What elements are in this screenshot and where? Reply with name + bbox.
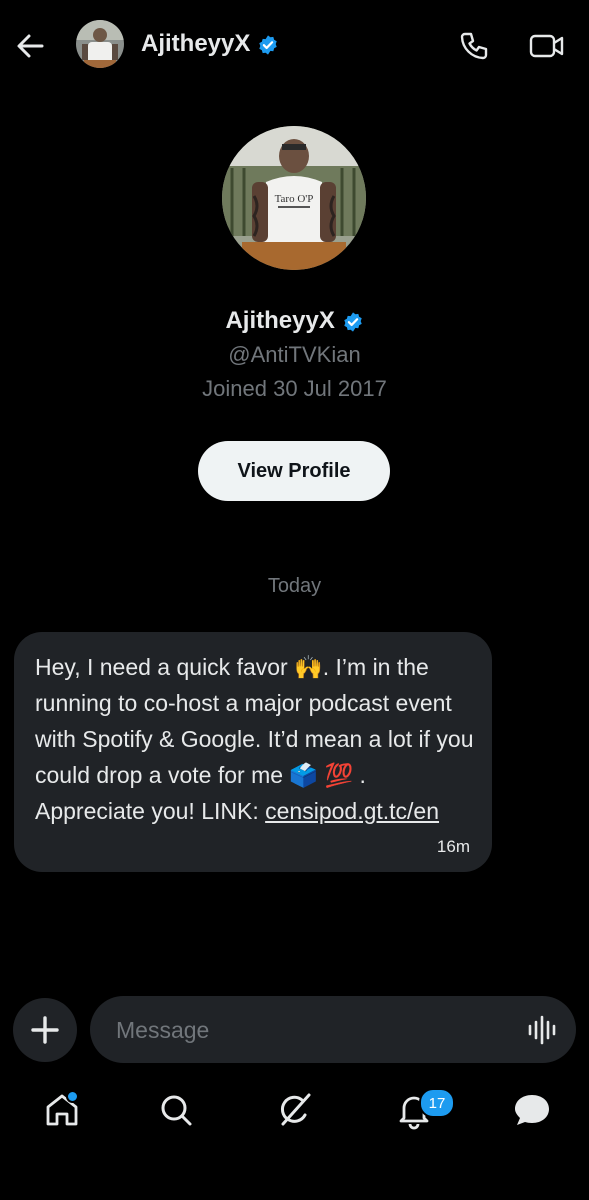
profile-joined-date: Joined 30 Jul 2017 xyxy=(202,376,387,401)
verified-badge-icon xyxy=(343,312,362,332)
profile-name-text: AjitheyyX xyxy=(225,307,335,334)
message-input[interactable] xyxy=(114,996,508,1065)
conversation-title[interactable]: AjitheyyX xyxy=(141,28,279,60)
profile-handle: @AntiTVKian xyxy=(228,342,361,367)
message-text: Hey, I need a quick favor 🙌. I’m in the … xyxy=(35,649,475,829)
view-profile-button[interactable]: View Profile xyxy=(198,441,390,501)
phone-call-icon[interactable] xyxy=(456,28,492,64)
date-separator: Today xyxy=(267,575,322,597)
back-arrow-icon[interactable] xyxy=(12,28,48,64)
plus-icon xyxy=(31,1016,59,1044)
profile-name: AjitheyyX xyxy=(0,305,589,337)
shirt-print-text: Taro O'P xyxy=(275,193,314,205)
add-attachment-button[interactable] xyxy=(13,998,77,1062)
message-bubble[interactable]: Hey, I need a quick favor 🙌. I’m in the … xyxy=(14,632,492,872)
video-call-icon[interactable] xyxy=(528,28,566,64)
messages-icon[interactable] xyxy=(512,1090,552,1130)
search-icon[interactable] xyxy=(156,1090,196,1130)
grok-icon[interactable] xyxy=(275,1090,315,1130)
message-composer xyxy=(90,996,576,1065)
avatar[interactable] xyxy=(76,20,124,68)
message-link[interactable]: censipod.gt.tc/en xyxy=(265,798,439,824)
notification-count-badge: 17 xyxy=(419,1088,455,1118)
profile-avatar[interactable]: Taro O'P xyxy=(222,126,366,270)
voice-message-icon[interactable] xyxy=(526,1014,558,1046)
conversation-header: AjitheyyX xyxy=(0,0,589,92)
verified-badge-icon xyxy=(259,35,277,55)
message-timestamp: 16m xyxy=(436,837,470,856)
header-name-text: AjitheyyX xyxy=(141,30,251,57)
home-unread-dot xyxy=(66,1090,79,1103)
